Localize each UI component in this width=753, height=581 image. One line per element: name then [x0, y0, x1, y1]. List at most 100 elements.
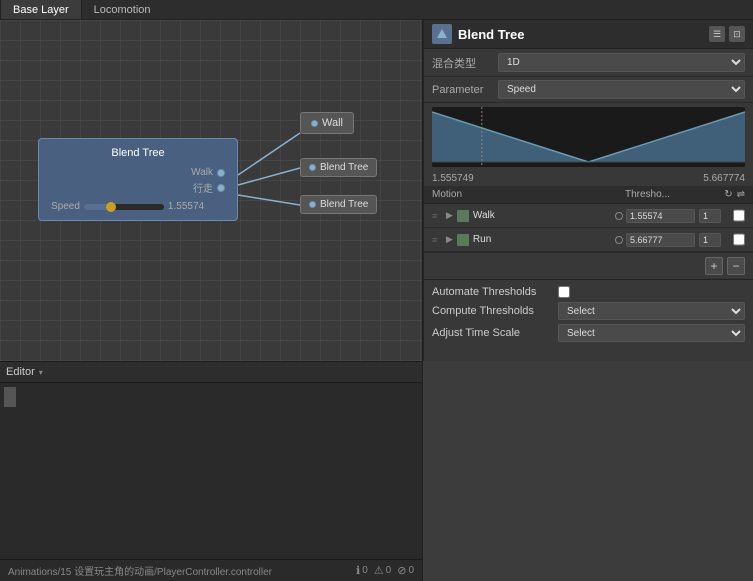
- automate-checkbox[interactable]: [558, 286, 570, 298]
- compute-label: Compute Thresholds: [432, 305, 552, 317]
- blend-tree-node[interactable]: Blend Tree Walk 行走 Speed: [38, 138, 238, 221]
- blend-type-select[interactable]: 1D: [498, 53, 745, 72]
- bottom-left-panel: Editor ▾ Animations/15 设置玩主角的动画/PlayerCo…: [0, 361, 423, 581]
- status-warn: ⚠ 0: [374, 564, 391, 577]
- motion-extra: [699, 209, 729, 223]
- threshold-cell: [615, 209, 695, 223]
- motion-row: ≡ ▶ Run: [424, 228, 753, 252]
- v-icon-1[interactable]: [4, 387, 16, 407]
- inspector-icon: [432, 24, 452, 44]
- sub-blend-run[interactable]: Blend Tree: [300, 195, 377, 214]
- motion-extra: [699, 233, 729, 247]
- graph-panel: Blend Tree Walk 行走 Speed: [0, 20, 423, 361]
- xingzou-dot: [217, 184, 225, 192]
- walk-dot: [217, 169, 225, 177]
- blend-visualization: [432, 107, 745, 167]
- automate-row: Automate Thresholds: [432, 284, 745, 300]
- add-remove-row: + −: [424, 252, 753, 279]
- editor-content: [0, 383, 422, 559]
- status-bar: Animations/15 设置玩主角的动画/PlayerController.…: [0, 559, 422, 581]
- sub-blend-walk[interactable]: Blend Tree: [300, 158, 377, 177]
- bottom-tabs: Editor ▾: [0, 361, 422, 383]
- threshold-input[interactable]: [626, 209, 695, 223]
- motion-name: Run: [473, 234, 611, 245]
- adjust-row: Adjust Time Scale Select: [432, 322, 745, 344]
- range-row: 1.555749 5.667774: [424, 171, 753, 186]
- preview-panel: 0:11 (95.0%) Frame 21: [423, 361, 753, 581]
- sub-run-dot: [309, 201, 316, 208]
- status-err: ⊘ 0: [397, 564, 414, 577]
- motion-checkbox[interactable]: [733, 209, 745, 222]
- extra-input[interactable]: [699, 209, 721, 223]
- graph-canvas[interactable]: Blend Tree Walk 行走 Speed: [0, 20, 422, 361]
- status-path: Animations/15 设置玩主角的动画/PlayerController.…: [8, 563, 348, 578]
- param-row: Parameter Speed: [424, 77, 753, 103]
- inspector-controls: ☰ ⊡: [709, 26, 745, 42]
- parameter-label: Parameter: [432, 84, 492, 96]
- sub-walk-dot: [309, 164, 316, 171]
- blend-chart: [432, 107, 745, 167]
- node-params: Walk 行走: [51, 167, 225, 195]
- compute-row: Compute Thresholds Select: [432, 300, 745, 322]
- motion-checkbox[interactable]: [733, 233, 745, 246]
- wall-label: Wall: [311, 117, 343, 129]
- status-info: ℹ 0: [356, 564, 368, 577]
- threshold-input[interactable]: [626, 233, 695, 247]
- thresh-dot: [615, 212, 623, 220]
- remove-motion-button[interactable]: −: [727, 257, 745, 275]
- info-count: 0: [362, 565, 368, 576]
- inspector-btn-1[interactable]: ☰: [709, 26, 725, 42]
- editor-label: Editor: [6, 366, 35, 378]
- inspector-panel: Blend Tree ☰ ⊡ 混合类型 1D Parameter Speed: [423, 20, 753, 361]
- top-tab-bar: Base Layer Locomotion: [0, 0, 753, 20]
- speed-slider[interactable]: [84, 204, 164, 210]
- motion-table-body: ≡ ▶ Walk ≡ ▶ Run: [424, 204, 753, 252]
- motion-icon: [457, 210, 469, 222]
- range-max: 5.667774: [703, 173, 745, 184]
- compute-select[interactable]: Select: [558, 302, 745, 320]
- motion-icon: [457, 234, 469, 246]
- options-section: Automate Thresholds Compute Thresholds S…: [424, 279, 753, 348]
- wall-dot: [311, 120, 318, 127]
- tab-locomotion[interactable]: Locomotion: [82, 0, 163, 19]
- info-icon: ℹ: [356, 564, 360, 577]
- tab-base-layer[interactable]: Base Layer: [0, 0, 82, 19]
- range-min: 1.555749: [432, 173, 474, 184]
- row-handle: ≡: [432, 235, 442, 245]
- motion-col-header: Motion: [432, 189, 625, 200]
- node-title: Blend Tree: [51, 147, 225, 159]
- warn-count: 0: [386, 565, 392, 576]
- automate-label: Automate Thresholds: [432, 286, 552, 298]
- row-arrow: ▶: [446, 210, 453, 221]
- threshold-col-header: Thresho...: [625, 189, 705, 200]
- loop-icon: ↻: [724, 189, 732, 200]
- thresh-dot: [615, 236, 623, 244]
- threshold-cell: [615, 233, 695, 247]
- adjust-label: Adjust Time Scale: [432, 327, 552, 339]
- parameter-select[interactable]: Speed: [498, 80, 745, 99]
- editor-dropdown-arrow[interactable]: ▾: [39, 368, 43, 377]
- wall-node[interactable]: Wall: [300, 112, 354, 134]
- motion-table-header: Motion Thresho... ↻ ⇌: [424, 186, 753, 204]
- row-handle: ≡: [432, 211, 442, 221]
- inspector-btn-2[interactable]: ⊡: [729, 26, 745, 42]
- warn-icon: ⚠: [374, 564, 384, 577]
- extra-input[interactable]: [699, 233, 721, 247]
- row-arrow: ▶: [446, 234, 453, 245]
- status-icons: ℹ 0 ⚠ 0 ⊘ 0: [356, 564, 414, 577]
- blend-type-label: 混合类型: [432, 55, 492, 71]
- blend-icon: [436, 28, 448, 40]
- motion-col-icons: ↻ ⇌: [705, 189, 745, 200]
- node-param-xingzou: 行走: [51, 180, 225, 195]
- adjust-select[interactable]: Select: [558, 324, 745, 342]
- err-icon: ⊘: [397, 564, 406, 577]
- blend-type-row: 混合类型 1D: [424, 49, 753, 77]
- inspector-header: Blend Tree ☰ ⊡: [424, 20, 753, 49]
- node-speed: Speed 1.55574: [51, 201, 225, 212]
- mirror-icon: ⇌: [737, 189, 745, 200]
- err-count: 0: [408, 565, 414, 576]
- motion-name: Walk: [473, 210, 611, 221]
- node-param-walk: Walk: [51, 167, 225, 178]
- add-motion-button[interactable]: +: [705, 257, 723, 275]
- speed-thumb: [106, 202, 116, 212]
